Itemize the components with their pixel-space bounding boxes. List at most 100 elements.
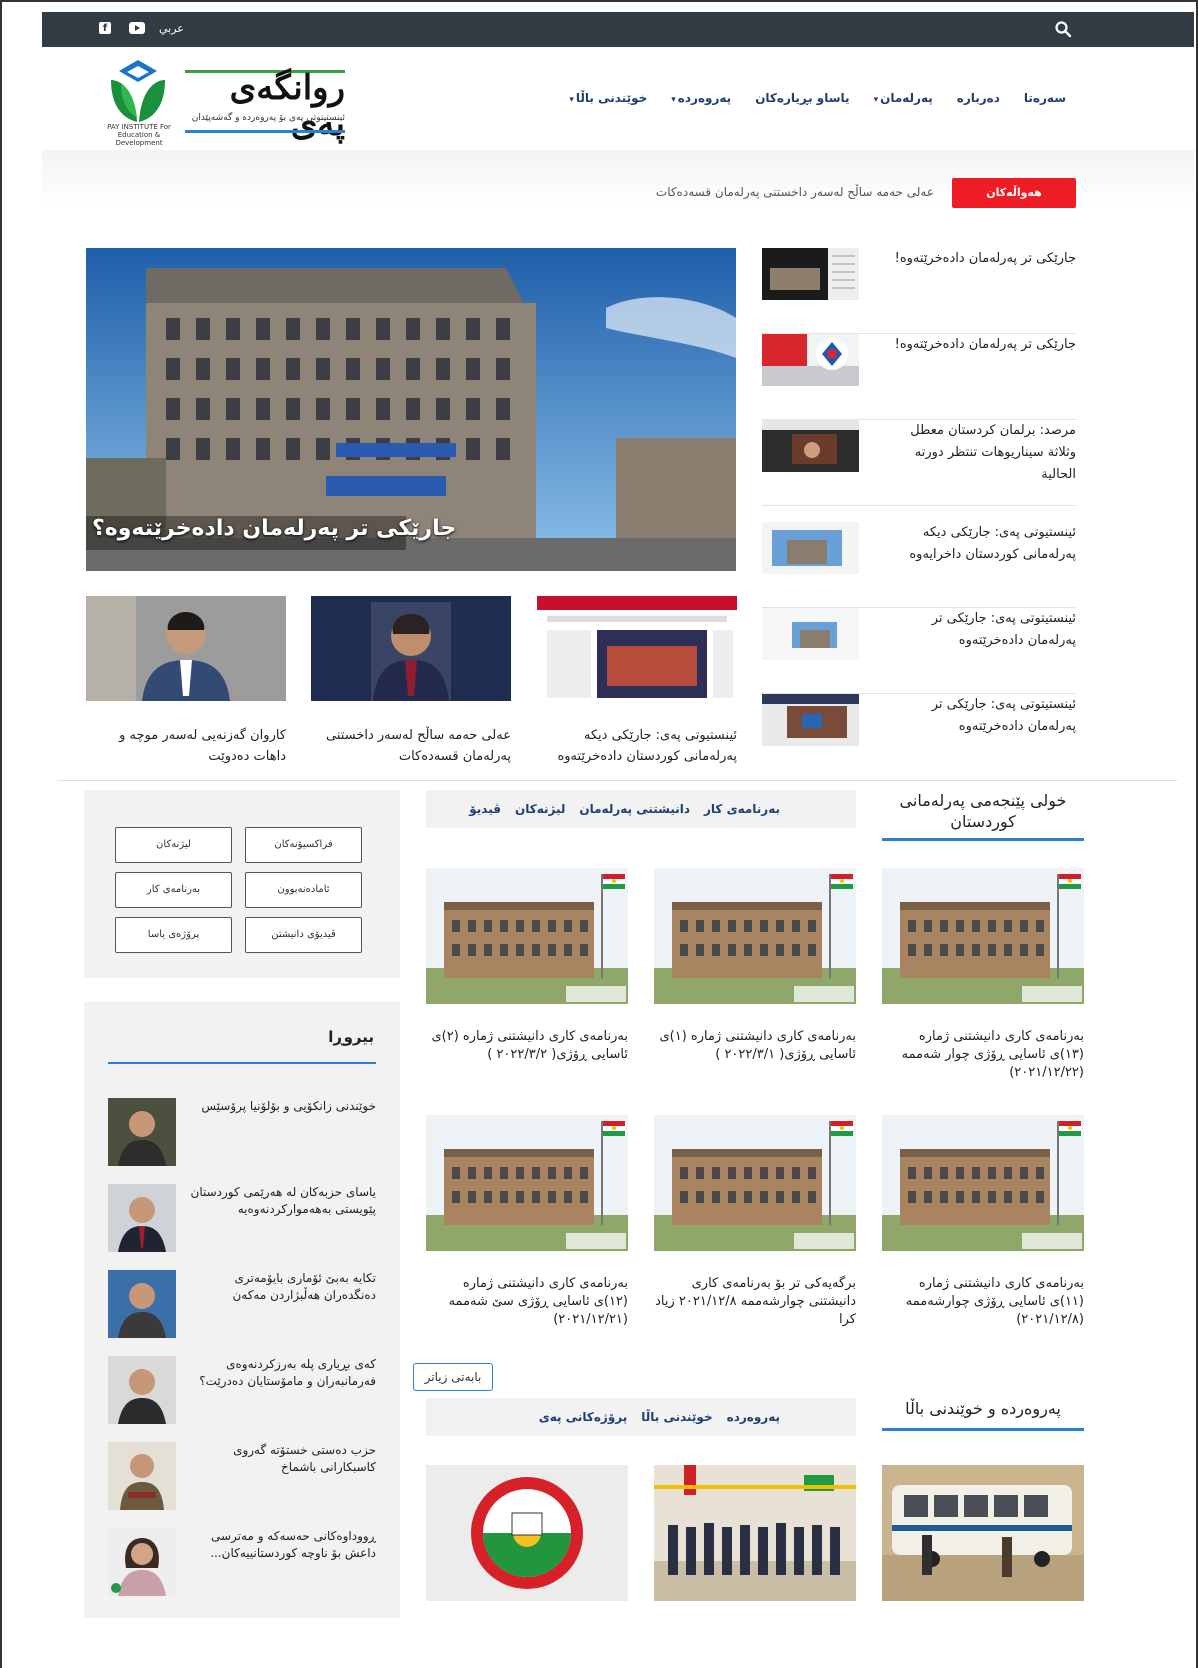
parliament-card-title[interactable]: بەرنامەی کاری دانیشتنی ژمارە (٢)ی ئاسایی… bbox=[426, 1028, 628, 1064]
news-ticker-button[interactable]: هەواڵەکان bbox=[952, 178, 1076, 208]
search-icon[interactable] bbox=[1054, 20, 1072, 38]
education-card-image bbox=[654, 1465, 856, 1601]
parliament-card[interactable]: برگەیەکی تر بۆ بەرنامەی کاری دانیشتنی چو… bbox=[654, 1115, 856, 1329]
opinion-title[interactable]: حزب دەستی خستۆتە گەروی کاسبکارانی باشماخ bbox=[186, 1442, 376, 1476]
more-articles-button[interactable]: بابەتی زیاتر bbox=[413, 1363, 493, 1391]
side-news-title[interactable]: مرصد: برلمان كردستان معطل وثلاثة سيناريو… bbox=[880, 420, 1076, 486]
tab-higher-education[interactable]: خوێندنی باڵا bbox=[641, 1410, 712, 1424]
news-thumbnail bbox=[762, 420, 859, 472]
opinions-title: بیروڕا bbox=[328, 1028, 374, 1046]
nav-item-about[interactable]: دەربارە bbox=[957, 91, 1000, 105]
facebook-icon[interactable]: f bbox=[99, 22, 111, 34]
education-card-image bbox=[882, 1465, 1084, 1601]
parliament-card-image bbox=[654, 868, 856, 1004]
tab-sessions[interactable]: دانیشتنی پەرلەمان bbox=[579, 802, 690, 816]
section-title-underline bbox=[882, 1428, 1084, 1431]
author-avatar bbox=[108, 1184, 176, 1252]
quick-link-button[interactable]: فراکسیۆنەکان bbox=[245, 827, 362, 863]
opinion-title[interactable]: یاسای حزبەکان لە هەرێمی کوردستان پێویستی… bbox=[186, 1184, 376, 1218]
quick-links-widget: فراکسیۆنەکان لیژنەکان ئامادەنەبوون بەرنا… bbox=[84, 790, 400, 978]
news-card-title[interactable]: عەلی حەمە ساڵح لەسەر داخستنی پەرلەمان قس… bbox=[311, 725, 511, 767]
news-card-image bbox=[86, 596, 286, 701]
news-card[interactable]: کاروان گەزنەیی لەسەر موچە و داهات دەدوێت bbox=[86, 596, 286, 767]
education-card[interactable] bbox=[882, 1465, 1084, 1601]
parliament-card-image bbox=[882, 1115, 1084, 1251]
parliament-tabs: بەرنامەی کار دانیشتنی پەرلەمان لیژنەکان … bbox=[426, 790, 856, 828]
opinions-widget: بیروڕا خوێندنی زانکۆیی و بۆلۆنیا پرۆسێس … bbox=[84, 1002, 400, 1618]
parliament-card[interactable]: بەرنامەی کاری دانیشتنی ژمارە (١٢)ی ئاسای… bbox=[426, 1115, 628, 1329]
section-title-parliament: خولی پێنجەمی پەرلەمانی کوردستان bbox=[899, 791, 1067, 831]
parliament-card-title[interactable]: برگەیەکی تر بۆ بەرنامەی کاری دانیشتنی چو… bbox=[654, 1275, 856, 1329]
tab-education[interactable]: پەروەردە bbox=[727, 1410, 780, 1424]
news-ticker-text[interactable]: عەلی حەمە ساڵح لەسەر داخستنی پەرلەمان قس… bbox=[656, 185, 934, 199]
opinion-item[interactable]: کەی بڕیاری پلە بەرزکردنەوەی فەرمانبەران … bbox=[108, 1356, 376, 1426]
side-news-title[interactable]: جارێکی تر پەرلەمان دادەخرێتەوە! bbox=[880, 248, 1076, 270]
news-card[interactable]: ئینستیوتی پەی: جارێکی دیکە پەرلەمانی کور… bbox=[537, 596, 737, 767]
news-card[interactable]: عەلی حەمە ساڵح لەسەر داخستنی پەرلەمان قس… bbox=[311, 596, 511, 767]
logo-blue-line bbox=[185, 130, 345, 133]
side-news-item[interactable]: مرصد: برلمان كردستان معطل وثلاثة سيناريو… bbox=[762, 420, 1076, 506]
side-news-title[interactable]: جارێکی تر پەرلەمان دادەخرێتەوە! bbox=[880, 334, 1076, 356]
side-news-title[interactable]: ئینستیتوتی پەی: جارێکی تر پەرلەمان دادەخ… bbox=[880, 608, 1076, 652]
parliament-card-image bbox=[654, 1115, 856, 1251]
opinion-item[interactable]: حزب دەستی خستۆتە گەروی کاسبکارانی باشماخ bbox=[108, 1442, 376, 1512]
nav-item-home[interactable]: سەرەتا bbox=[1024, 91, 1066, 105]
tab-video[interactable]: ڤیدیۆ bbox=[469, 802, 501, 816]
opinion-title[interactable]: تکایە بەبێ ئۆماری بایۆمەتری دەنگدەران هە… bbox=[186, 1270, 376, 1304]
parliament-card-image bbox=[426, 1115, 628, 1251]
quick-link-button[interactable]: بەرنامەی کار bbox=[115, 872, 232, 908]
nav-item-laws[interactable]: یاساو بڕیارەکان bbox=[755, 91, 849, 105]
parliament-card-title[interactable]: بەرنامەی کاری دانیشتنی ژمارە (١)ی ئاسایی… bbox=[654, 1028, 856, 1064]
parliament-card-image bbox=[426, 868, 628, 1004]
side-news-item[interactable]: ئینستیتوتی پەی: جارێکی تر پەرلەمان دادەخ… bbox=[762, 608, 1076, 694]
language-link[interactable]: عربي bbox=[159, 22, 184, 35]
side-news-item[interactable]: ئینستیتوتی پەی: جارێکی تر پەرلەمان دادەخ… bbox=[762, 694, 1076, 780]
nav-item-education[interactable]: پەروەردە bbox=[671, 91, 731, 105]
section-title-education: پەروەردە و خوێندنی باڵا bbox=[905, 1399, 1061, 1418]
opinion-item[interactable]: ڕووداوەکانی حەسەکە و مەترسی داعش بۆ ناوچ… bbox=[108, 1528, 376, 1598]
opinion-item[interactable]: خوێندنی زانکۆیی و بۆلۆنیا پرۆسێس bbox=[108, 1098, 376, 1168]
parliament-card-image bbox=[882, 868, 1084, 1004]
parliament-card[interactable]: بەرنامەی کاری دانیشتنی ژمارە (١١)ی ئاسای… bbox=[882, 1115, 1084, 1329]
side-news-title[interactable]: ئینستیوتی پەی: جارێکی دیکە پەرلەمانی کور… bbox=[880, 522, 1076, 566]
section-divider bbox=[57, 780, 1177, 781]
parliament-card-title[interactable]: بەرنامەی کاری دانیشتنی ژمارە (١٣)ی ئاسای… bbox=[882, 1028, 1084, 1082]
quick-link-button[interactable]: ئامادەنەبوون bbox=[245, 872, 362, 908]
logo-icon[interactable] bbox=[107, 58, 169, 124]
quick-link-button[interactable]: لیژنەکان bbox=[115, 827, 232, 863]
quick-link-button[interactable]: پرۆژەی یاسا bbox=[115, 917, 232, 953]
opinion-title[interactable]: خوێندنی زانکۆیی و بۆلۆنیا پرۆسێس bbox=[186, 1098, 376, 1115]
parliament-card[interactable]: بەرنامەی کاری دانیشتنی ژمارە (٢)ی ئاسایی… bbox=[426, 868, 628, 1064]
hero-caption[interactable]: جارێکی تر پەرلەمان دادەخرێتەوە؟ bbox=[92, 516, 456, 541]
tab-committees[interactable]: لیژنەکان bbox=[515, 802, 565, 816]
parliament-card[interactable]: بەرنامەی کاری دانیشتنی ژمارە (١٣)ی ئاسای… bbox=[882, 868, 1084, 1082]
education-card[interactable] bbox=[426, 1465, 628, 1601]
news-card-image bbox=[537, 596, 737, 701]
news-thumbnail bbox=[762, 608, 859, 660]
logo-small-text: PAY INSTITUTE For Education & Developmen… bbox=[107, 123, 171, 147]
tab-pay-projects[interactable]: پرۆژەکانی پەی bbox=[539, 1410, 628, 1424]
hero-image[interactable]: جارێکی تر پەرلەمان دادەخرێتەوە؟ bbox=[86, 248, 736, 571]
quick-link-button[interactable]: ڤیدیۆی دانیشتن bbox=[245, 917, 362, 953]
tab-agenda[interactable]: بەرنامەی کار bbox=[704, 802, 780, 816]
site-subtitle: ئینستیتوتی پەی بۆ پەروەردە و گەشەپێدان bbox=[191, 113, 345, 123]
side-news-item[interactable]: جارێکی تر پەرلەمان دادەخرێتەوە! bbox=[762, 334, 1076, 420]
side-news-item[interactable]: ئینستیوتی پەی: جارێکی دیکە پەرلەمانی کور… bbox=[762, 522, 1076, 608]
author-avatar bbox=[108, 1270, 176, 1338]
side-news-title[interactable]: ئینستیتوتی پەی: جارێکی تر پەرلەمان دادەخ… bbox=[880, 694, 1076, 738]
opinion-title[interactable]: ڕووداوەکانی حەسەکە و مەترسی داعش بۆ ناوچ… bbox=[186, 1528, 376, 1562]
education-card[interactable] bbox=[654, 1465, 856, 1601]
nav-item-higher-education[interactable]: خوێندنی باڵا bbox=[569, 91, 647, 105]
youtube-icon[interactable] bbox=[129, 22, 145, 34]
parliament-card[interactable]: بەرنامەی کاری دانیشتنی ژمارە (١)ی ئاسایی… bbox=[654, 868, 856, 1064]
news-card-title[interactable]: کاروان گەزنەیی لەسەر موچە و داهات دەدوێت bbox=[86, 725, 286, 767]
opinion-item[interactable]: تکایە بەبێ ئۆماری بایۆمەتری دەنگدەران هە… bbox=[108, 1270, 376, 1340]
opinion-item[interactable]: یاسای حزبەکان لە هەرێمی کوردستان پێویستی… bbox=[108, 1184, 376, 1254]
news-card-title[interactable]: ئینستیوتی پەی: جارێکی دیکە پەرلەمانی کور… bbox=[537, 725, 737, 767]
opinions-title-underline bbox=[108, 1062, 376, 1064]
opinion-title[interactable]: کەی بڕیاری پلە بەرزکردنەوەی فەرمانبەران … bbox=[186, 1356, 376, 1390]
parliament-card-title[interactable]: بەرنامەی کاری دانیشتنی ژمارە (١٢)ی ئاسای… bbox=[426, 1275, 628, 1329]
parliament-card-title[interactable]: بەرنامەی کاری دانیشتنی ژمارە (١١)ی ئاسای… bbox=[882, 1275, 1084, 1329]
nav-item-parliament[interactable]: پەرلەمان bbox=[874, 91, 933, 105]
side-news-item[interactable]: جارێکی تر پەرلەمان دادەخرێتەوە! bbox=[762, 248, 1076, 334]
